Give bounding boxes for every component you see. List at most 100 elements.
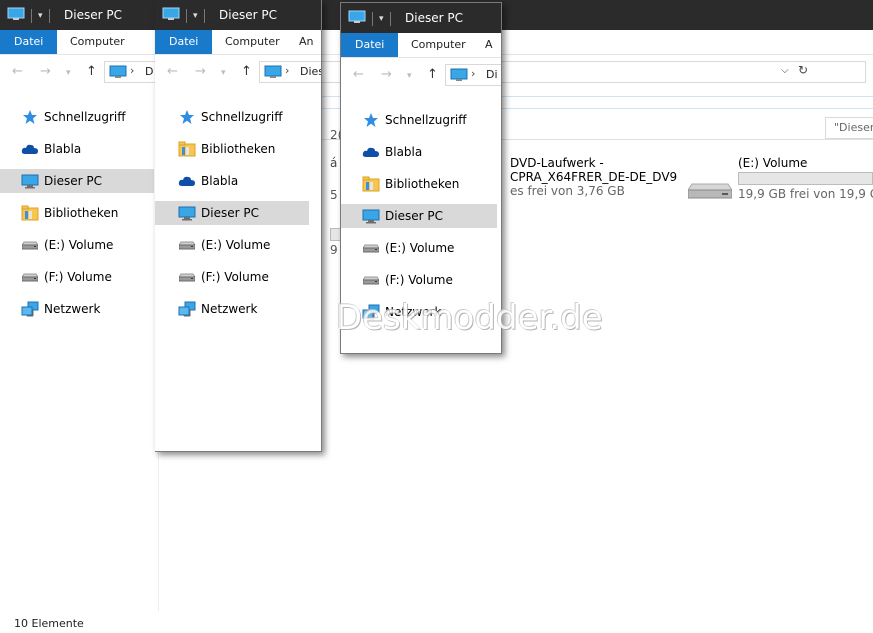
chevron-down-icon[interactable]: ▾ bbox=[379, 14, 384, 24]
up-arrow-icon[interactable]: ↑ bbox=[241, 64, 252, 79]
sidebar-item-label: Dieser PC bbox=[385, 209, 443, 223]
sidebar-item-e-volume[interactable]: (E:) Volume bbox=[0, 233, 154, 257]
drive-name: (E:) Volume bbox=[738, 156, 808, 170]
chevron-down-icon[interactable]: ▾ bbox=[66, 68, 71, 78]
refresh-icon[interactable]: ↻ bbox=[798, 63, 808, 77]
sidebar-item-schnellzugriff[interactable]: Schnellzugriff bbox=[341, 108, 497, 132]
tab-datei[interactable]: Datei bbox=[155, 30, 213, 54]
chevron-right-icon[interactable]: › bbox=[471, 67, 475, 80]
star-icon bbox=[177, 107, 197, 127]
tab-computer[interactable]: Computer bbox=[56, 30, 139, 54]
sidebar-item-label: Schnellzugriff bbox=[201, 110, 283, 124]
sidebar-item-label: Dieser PC bbox=[201, 206, 259, 220]
monitor-icon[interactable] bbox=[162, 7, 180, 24]
tab-ansicht[interactable]: A bbox=[477, 33, 501, 57]
up-arrow-icon[interactable]: ↑ bbox=[427, 67, 438, 82]
fragment-text: á bbox=[330, 156, 338, 170]
sidebar-item-label: Netzwerk bbox=[201, 302, 258, 316]
network-icon bbox=[20, 299, 40, 319]
sidebar-item-label: Dieser PC bbox=[44, 174, 102, 188]
sidebar-item-schnellzugriff[interactable]: Schnellzugriff bbox=[0, 105, 154, 129]
chevron-right-icon[interactable]: › bbox=[285, 64, 289, 77]
star-icon bbox=[20, 107, 40, 127]
forward-arrow-icon[interactable]: → bbox=[195, 64, 206, 79]
star-icon bbox=[361, 110, 381, 130]
sidebar-item-label: Bibliotheken bbox=[201, 142, 276, 156]
sidebar-item-netzwerk[interactable]: Netzwerk bbox=[155, 297, 309, 321]
sidebar-item-blabla[interactable]: Blabla bbox=[155, 169, 309, 193]
address-box[interactable]: › Dies bbox=[259, 61, 321, 83]
sidebar-item-e-volume[interactable]: (E:) Volume bbox=[155, 233, 309, 257]
tab-computer[interactable]: Computer bbox=[397, 33, 480, 57]
monitor-icon bbox=[109, 65, 127, 82]
forward-arrow-icon[interactable]: → bbox=[381, 67, 392, 82]
tab-datei[interactable]: Datei bbox=[341, 33, 399, 57]
chevron-down-icon[interactable]: ⌵ bbox=[781, 65, 789, 76]
drive-usage-bar bbox=[738, 172, 873, 185]
separator bbox=[389, 11, 391, 26]
tab-ansicht[interactable]: An bbox=[291, 30, 321, 54]
sidebar-item-label: (F:) Volume bbox=[385, 273, 453, 287]
chevron-down-icon[interactable]: ▾ bbox=[407, 71, 412, 81]
sidebar-item-blabla[interactable]: Blabla bbox=[0, 137, 154, 161]
sidebar-item-dieser-pc[interactable]: Dieser PC bbox=[341, 204, 497, 228]
separator bbox=[186, 8, 187, 23]
sidebar-item-f-volume[interactable]: (F:) Volume bbox=[0, 265, 154, 289]
sidebar-item-label: (E:) Volume bbox=[385, 241, 455, 255]
tab-datei[interactable]: Datei bbox=[0, 30, 58, 54]
up-arrow-icon[interactable]: ↑ bbox=[86, 64, 97, 79]
back-arrow-icon[interactable]: ← bbox=[353, 67, 364, 82]
drive-icon bbox=[177, 235, 197, 255]
dvd-drive-item[interactable]: DVD-Laufwerk - CPRA_X64FRER_DE-DE_DV9 es… bbox=[510, 156, 677, 198]
chevron-down-icon[interactable]: ▾ bbox=[38, 11, 43, 21]
tab-computer[interactable]: Computer bbox=[211, 30, 294, 54]
sidebar-item-label: Netzwerk bbox=[44, 302, 101, 316]
sidebar-item-e-volume[interactable]: (E:) Volume bbox=[341, 236, 497, 260]
separator bbox=[372, 11, 373, 26]
ribbon: Datei Computer A bbox=[341, 33, 501, 58]
sidebar-item-label: Schnellzugriff bbox=[44, 110, 126, 124]
fragment-text: 5 bbox=[330, 188, 338, 202]
window-title: Dieser PC bbox=[219, 8, 277, 22]
monitor-icon bbox=[361, 206, 381, 226]
separator bbox=[31, 8, 32, 23]
titlebar: ▾ Dieser PC bbox=[341, 3, 501, 33]
monitor-icon[interactable] bbox=[348, 10, 366, 27]
window-title: Dieser PC bbox=[405, 11, 463, 25]
drive-name: DVD-Laufwerk - bbox=[510, 156, 604, 170]
sidebar-item-blabla[interactable]: Blabla bbox=[341, 140, 497, 164]
back-arrow-icon[interactable]: ← bbox=[12, 64, 23, 79]
monitor-icon bbox=[177, 203, 197, 223]
sidebar-item-dieser-pc[interactable]: Dieser PC bbox=[0, 169, 154, 193]
breadcrumb[interactable]: Di bbox=[486, 68, 498, 81]
back-arrow-icon[interactable]: ← bbox=[167, 64, 178, 79]
drive-label: CPRA_X64FRER_DE-DE_DV9 bbox=[510, 170, 678, 184]
sidebar-item-f-volume[interactable]: (F:) Volume bbox=[155, 265, 309, 289]
forward-arrow-icon[interactable]: → bbox=[40, 64, 51, 79]
address-box[interactable]: › Di bbox=[445, 64, 501, 86]
window-title: Dieser PC bbox=[64, 8, 122, 22]
drive-icon bbox=[361, 270, 381, 290]
sidebar-item-bibliotheken[interactable]: Bibliotheken bbox=[0, 201, 154, 225]
sidebar-item-dieser-pc[interactable]: Dieser PC bbox=[155, 201, 309, 225]
library-folder-icon bbox=[177, 139, 197, 159]
chevron-down-icon[interactable]: ▾ bbox=[193, 11, 198, 21]
drive-icon bbox=[20, 235, 40, 255]
sidebar-item-netzwerk[interactable]: Netzwerk bbox=[0, 297, 154, 321]
chevron-right-icon[interactable]: › bbox=[130, 64, 134, 77]
breadcrumb[interactable]: Dies bbox=[300, 65, 321, 78]
separator bbox=[48, 8, 50, 23]
breadcrumb[interactable]: D bbox=[145, 65, 153, 78]
sidebar-item-schnellzugriff[interactable]: Schnellzugriff bbox=[155, 105, 309, 129]
chevron-down-icon[interactable]: ▾ bbox=[221, 68, 226, 78]
fragment-text: 9 bbox=[330, 243, 338, 257]
monitor-icon[interactable] bbox=[7, 7, 25, 24]
sidebar-item-label: Bibliotheken bbox=[44, 206, 119, 220]
separator bbox=[203, 8, 205, 23]
library-folder-icon bbox=[361, 174, 381, 194]
sidebar-item-bibliotheken[interactable]: Bibliotheken bbox=[341, 172, 497, 196]
sidebar-item-bibliotheken[interactable]: Bibliotheken bbox=[155, 137, 309, 161]
drive-free-space: es frei von 3,76 GB bbox=[510, 184, 625, 198]
sidebar-item-label: Bibliotheken bbox=[385, 177, 460, 191]
sidebar-item-f-volume[interactable]: (F:) Volume bbox=[341, 268, 497, 292]
